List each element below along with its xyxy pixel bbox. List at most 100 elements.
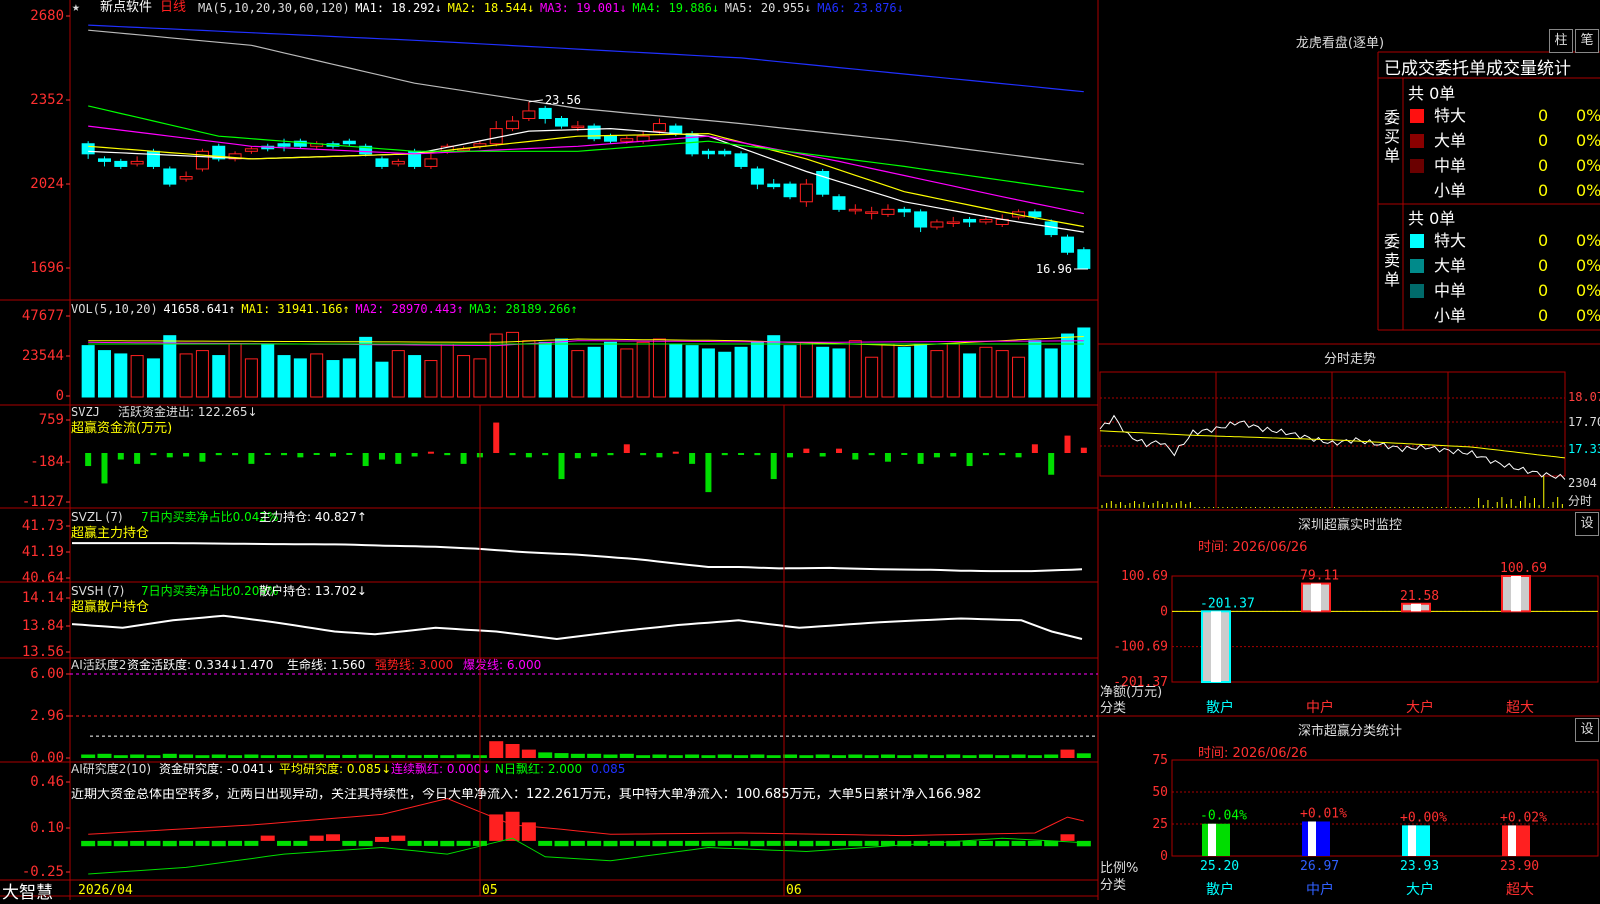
legend-swatch	[1410, 284, 1424, 298]
research-bar	[570, 840, 585, 846]
dragon-tiger-title: 龙虎看盘(逐单)	[1295, 36, 1385, 51]
fund-flow-bar	[999, 453, 1006, 456]
candle-body	[783, 183, 797, 198]
candle-body	[832, 196, 846, 210]
stat-value: 0	[1538, 281, 1549, 300]
axis-tick-label: 2352	[30, 92, 64, 108]
research-bar	[652, 840, 667, 847]
fund-flow-bar	[460, 453, 467, 464]
volume-bar	[750, 341, 764, 398]
volume-bar	[571, 350, 585, 398]
research-bar	[391, 835, 406, 841]
favorite-star-icon[interactable]: ★	[72, 1, 80, 15]
candle-body	[522, 110, 536, 120]
volume-bar	[914, 343, 928, 398]
monitor-y-label: 0	[1160, 604, 1168, 619]
classification-bar-highlight	[1408, 825, 1416, 856]
ma-legend-item: MA6: 23.876↓	[817, 1, 904, 15]
fund-flow-bar	[966, 453, 973, 467]
activity-bar	[570, 753, 585, 758]
monitor-frame	[1171, 575, 1599, 683]
volume-bar	[277, 355, 291, 398]
research-bar	[211, 840, 226, 847]
fund-flow-bar	[525, 453, 532, 458]
classification-settings-button[interactable]: 设	[1575, 718, 1599, 742]
stat-percent: 0%	[1576, 156, 1600, 175]
volume-bar	[130, 355, 144, 398]
research-bar	[668, 840, 683, 846]
fund-flow-bar	[623, 444, 630, 453]
research-comment: 近期大资金总体由空转多，近两日出现异动，关注其持续性，今日大单净流入：122.2…	[71, 788, 982, 802]
volume-bar	[538, 341, 552, 398]
chart-stage[interactable]: 2680 2352 2024 1696 23.56 16.96 MA(5,10,20,30,…	[0, 0, 1600, 900]
axis-tick-label: 0.46	[30, 774, 64, 790]
fund-flow-bar	[85, 453, 92, 467]
axis-tick-label: 6.00	[30, 666, 64, 682]
fund-flow-bar	[378, 453, 385, 460]
candle-body	[979, 218, 993, 223]
activity-bar	[407, 755, 422, 758]
fund-flow-bar	[199, 453, 206, 462]
legend-swatch	[1410, 259, 1424, 273]
time-axis-label: 2026/04	[78, 883, 133, 898]
candle-body	[506, 120, 520, 130]
monitor-bar-highlight	[1311, 583, 1321, 612]
fund-flow-bar	[330, 453, 336, 457]
activity-bar	[587, 753, 602, 758]
fund-flow-bar	[264, 453, 271, 455]
ai-active-legend-item: AI活跃度2	[71, 657, 126, 672]
volume-bar	[489, 333, 503, 398]
activity-bar	[440, 755, 455, 758]
chart-canvas[interactable]: 2680 2352 2024 1696 23.56 16.96 MA(5,10,20,30,…	[0, 0, 1600, 900]
axis-tick-label: 40.64	[22, 570, 64, 586]
activity-bar	[179, 754, 194, 758]
research-bar	[587, 840, 602, 846]
ma-legend-item: MA5: 20.955↓	[725, 1, 812, 15]
stat-percent: 0%	[1576, 106, 1600, 125]
research-bar	[864, 840, 879, 846]
research-bar	[130, 840, 145, 846]
candle-body	[587, 125, 601, 140]
activity-bar	[146, 755, 161, 758]
activity-bar	[897, 755, 912, 758]
activity-bar	[81, 754, 96, 758]
vol-legend-item: MA3: 28189.266↑	[469, 302, 577, 316]
svzj-subtitle: 超赢资金流(万元)	[71, 420, 172, 436]
volume-bar	[195, 350, 209, 398]
ma-line	[88, 125, 1084, 215]
research-bar	[81, 840, 96, 847]
research-bar	[260, 835, 275, 841]
volume-bar	[457, 355, 471, 398]
volume-bar	[603, 341, 617, 398]
activity-bar	[113, 755, 128, 758]
activity-bar	[342, 754, 357, 758]
volume-bar	[1044, 348, 1058, 398]
axis-tick-label: 0.10	[30, 820, 64, 836]
candle-body	[718, 150, 732, 155]
monitor-settings-button[interactable]: 设	[1575, 512, 1599, 536]
fund-flow-bar	[183, 453, 190, 457]
stat-label: 大单	[1434, 131, 1467, 150]
bar-mode-button[interactable]: 柱	[1549, 29, 1573, 53]
fund-flow-bar	[770, 453, 777, 480]
period-label[interactable]: 日线	[160, 1, 186, 15]
svzl-legend-item: SVZL (7)	[71, 510, 123, 524]
legend-swatch	[1410, 234, 1424, 248]
stock-name: 新点软件	[100, 0, 153, 15]
fund-flow-bar	[640, 453, 647, 456]
research-bar	[97, 840, 112, 846]
volume-bar	[375, 361, 389, 398]
tick-mode-button[interactable]: 笔	[1575, 29, 1599, 53]
volume-bar	[81, 345, 95, 398]
volume-bar	[359, 336, 373, 398]
fund-flow-bar	[656, 453, 663, 458]
activity-bar	[668, 755, 683, 758]
monitor-x-title: 分类	[1100, 701, 1127, 716]
fund-flow-bar	[574, 453, 581, 459]
axis-tick-label: 23544	[22, 348, 64, 364]
research-bar	[374, 836, 389, 842]
volume-bar	[652, 338, 666, 398]
fund-flow-bar	[689, 453, 696, 464]
monitor-y-label: 100.69	[1121, 569, 1168, 584]
research-bar	[162, 840, 177, 847]
